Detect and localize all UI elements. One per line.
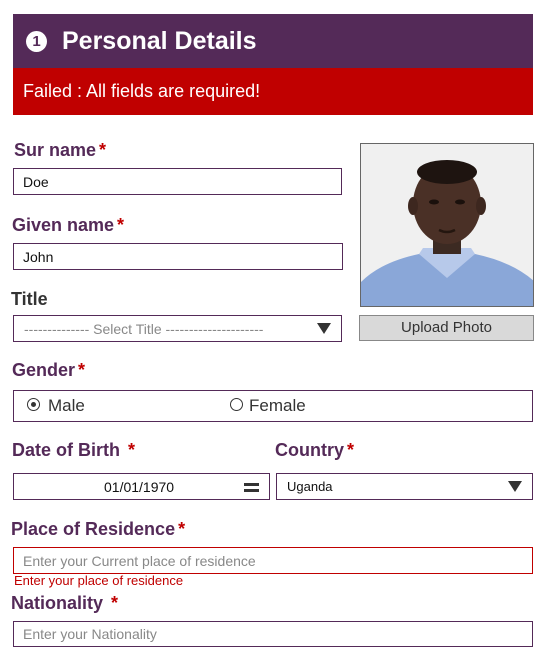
required-marker: * (178, 519, 186, 539)
section-title: Personal Details (62, 26, 257, 55)
country-label: Country * (275, 440, 354, 461)
surname-label: Sur name * (14, 140, 106, 161)
title-select[interactable]: -------------- Select Title ------------… (13, 315, 342, 342)
female-radio[interactable] (230, 398, 243, 411)
error-alert: Failed : All fields are required! (13, 68, 533, 115)
country-select[interactable]: Uganda (276, 473, 533, 500)
residence-label-text: Place of Residence (11, 519, 176, 539)
gender-label: Gender * (12, 360, 85, 381)
residence-input[interactable] (13, 547, 533, 574)
nationality-input[interactable] (13, 621, 533, 647)
section-header: 1 Personal Details (13, 14, 533, 68)
gender-label-text: Gender (12, 360, 76, 380)
date-picker-icon[interactable] (244, 483, 259, 492)
country-label-text: Country (275, 440, 344, 460)
profile-photo (360, 143, 534, 307)
residence-label: Place of Residence * (11, 519, 185, 540)
person-photo-image (361, 144, 533, 306)
required-marker: * (128, 440, 136, 460)
required-marker: * (117, 215, 125, 235)
gender-radio-group: Male Female (13, 390, 533, 422)
required-marker: * (347, 440, 355, 460)
step-number-badge: 1 (26, 30, 47, 52)
given-name-label-text: Given name (12, 215, 115, 235)
upload-photo-button[interactable]: Upload Photo (359, 315, 534, 341)
title-select-value: -------------- Select Title ------------… (24, 320, 264, 337)
title-label-text: Title (11, 289, 48, 309)
required-marker: * (99, 140, 107, 160)
nationality-label-text: Nationality (11, 593, 104, 613)
surname-label-text: Sur name (14, 140, 97, 160)
date-of-birth-picker[interactable]: 01/01/1970 (13, 473, 270, 500)
required-marker: * (111, 593, 119, 613)
given-name-label: Given name * (12, 215, 124, 236)
dob-value: 01/01/1970 (104, 479, 175, 495)
male-radio[interactable] (27, 398, 40, 411)
surname-input[interactable] (13, 168, 342, 195)
country-select-value: Uganda (287, 479, 333, 494)
nationality-label: Nationality * (11, 593, 118, 614)
male-radio-label[interactable]: Male (48, 396, 85, 416)
residence-error-message: Enter your place of residence (14, 573, 184, 588)
error-alert-message: Failed : All fields are required! (23, 81, 261, 101)
female-radio-label[interactable]: Female (249, 396, 306, 416)
title-label: Title (11, 289, 48, 310)
given-name-input[interactable] (13, 243, 343, 270)
dropdown-arrow-icon (508, 481, 522, 492)
required-marker: * (78, 360, 86, 380)
dob-label-text: Date of Birth (12, 440, 120, 460)
dob-label: Date of Birth * (12, 440, 135, 461)
dropdown-arrow-icon (317, 323, 331, 334)
